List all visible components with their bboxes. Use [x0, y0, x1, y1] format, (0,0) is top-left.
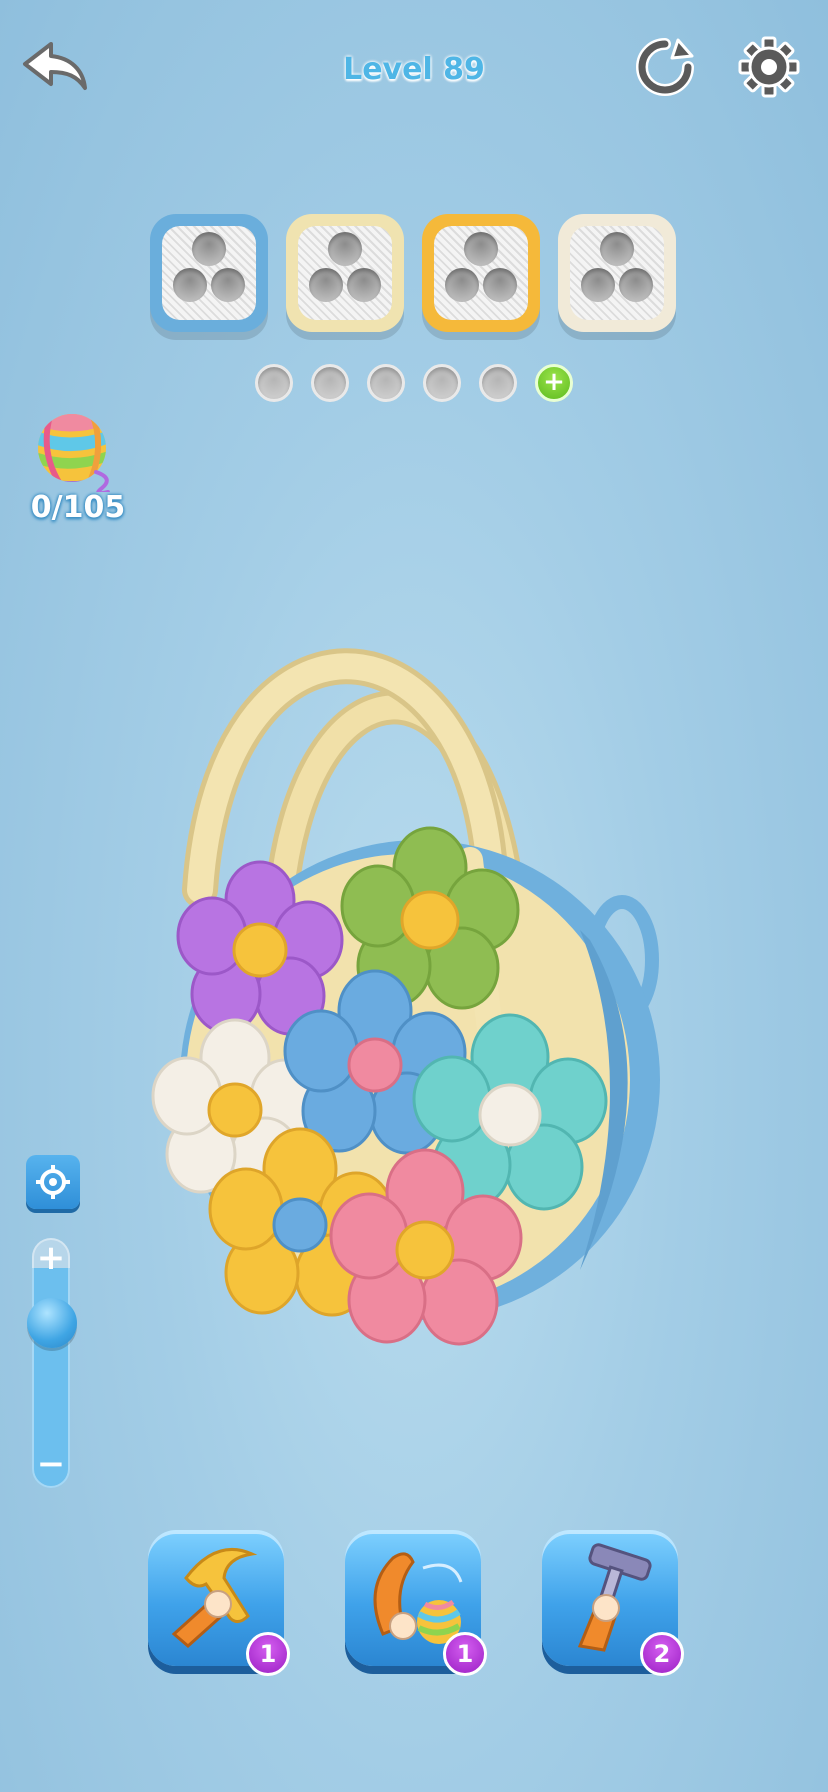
zoom-out-button[interactable]: − — [32, 1444, 70, 1484]
spool-hole — [173, 268, 207, 302]
spool-hole — [445, 268, 479, 302]
spool-hole — [464, 232, 498, 266]
settings-button[interactable] — [736, 34, 802, 100]
empty-slot — [311, 364, 349, 402]
spool-tray — [434, 226, 528, 320]
yarn-ball-icon — [38, 414, 110, 496]
spool-tray — [162, 226, 256, 320]
restart-button[interactable] — [632, 34, 698, 100]
spool-hole — [211, 268, 245, 302]
knitted-basket[interactable] — [150, 610, 690, 1360]
spool-holder-yellow[interactable] — [422, 214, 540, 332]
restart-icon — [636, 38, 694, 96]
back-button[interactable] — [20, 36, 90, 96]
booster-hammer-count: 1 — [246, 1632, 290, 1676]
booster-magnet-button[interactable]: 1 — [345, 1530, 487, 1676]
target-icon — [36, 1165, 70, 1199]
yarn-counter — [30, 412, 120, 496]
zoom-slider-handle[interactable] — [27, 1298, 77, 1348]
spool-hole — [600, 232, 634, 266]
spool-hole — [192, 232, 226, 266]
booster-magnet-count: 1 — [443, 1632, 487, 1676]
booster-vacuum-count: 2 — [640, 1632, 684, 1676]
spool-hole — [309, 268, 343, 302]
back-arrow-icon — [23, 42, 87, 90]
empty-slot — [367, 364, 405, 402]
spool-tray — [298, 226, 392, 320]
empty-slot — [255, 364, 293, 402]
spool-holder-white[interactable] — [558, 214, 676, 332]
gear-icon — [738, 36, 800, 98]
recenter-button[interactable] — [26, 1155, 80, 1209]
spool-hole — [581, 268, 615, 302]
empty-slot — [479, 364, 517, 402]
spool-hole — [619, 268, 653, 302]
level-title: Level 89 — [343, 52, 485, 87]
add-slot-button[interactable]: + — [535, 364, 573, 402]
spool-holder-blue[interactable] — [150, 214, 268, 332]
spool-tray — [570, 226, 664, 320]
spool-hole — [347, 268, 381, 302]
booster-vacuum-button[interactable]: 2 — [542, 1530, 684, 1676]
spool-hole — [483, 268, 517, 302]
spool-hole — [328, 232, 362, 266]
empty-slot — [423, 364, 461, 402]
spool-holder-cream[interactable] — [286, 214, 404, 332]
booster-hammer-button[interactable]: 1 — [148, 1530, 290, 1676]
yarn-counter-text: 0/105 — [30, 490, 126, 525]
zoom-in-button[interactable]: + — [32, 1238, 70, 1278]
